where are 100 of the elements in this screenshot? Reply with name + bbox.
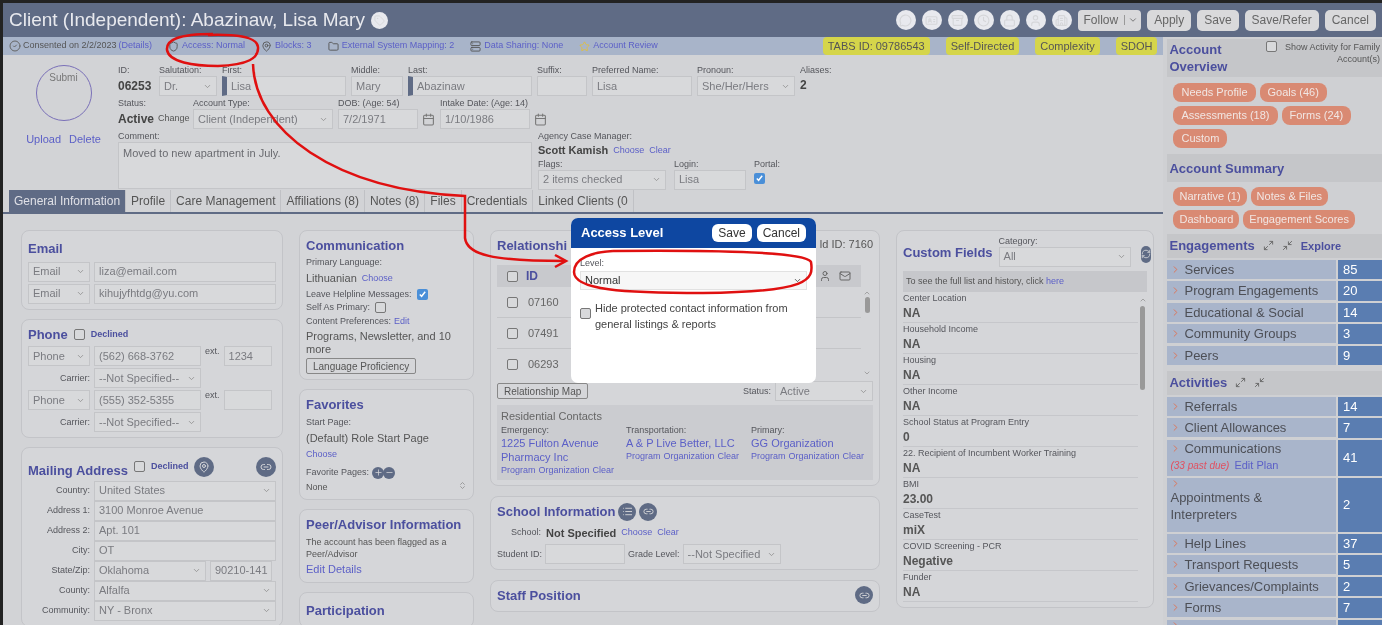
checkbox[interactable]	[507, 296, 518, 308]
select-field[interactable]: Email	[28, 283, 90, 304]
tab[interactable]: Care Management	[171, 189, 282, 212]
pill-button[interactable]: Forms (24)	[1281, 106, 1352, 125]
contact-link[interactable]: GG Organization	[751, 435, 866, 450]
link[interactable]: Program	[501, 463, 536, 477]
input-field[interactable]: Abazinaw	[408, 76, 532, 96]
refresh-icon[interactable]	[1140, 245, 1151, 263]
link[interactable]: Clear	[842, 449, 865, 463]
input-field[interactable]: Lisa	[674, 169, 746, 190]
select-field[interactable]: --Not Specified--	[94, 412, 201, 432]
link[interactable]: Program	[751, 449, 786, 463]
link[interactable]: Organization	[538, 463, 590, 477]
link[interactable]: Clear	[649, 143, 671, 157]
checkbox[interactable]	[507, 327, 518, 339]
dialog-button[interactable]: Save	[712, 224, 752, 242]
link[interactable]: Choose	[613, 143, 645, 157]
select-field[interactable]: --Not Specified	[682, 544, 781, 564]
list-item[interactable]: Communications	[1184, 439, 1282, 457]
plus-icon[interactable]	[372, 466, 385, 479]
explore-link[interactable]: Explore	[1300, 237, 1342, 254]
tab[interactable]: Linked Clients (0	[533, 189, 634, 212]
tab[interactable]: Profile	[126, 189, 172, 212]
minus-icon[interactable]	[383, 466, 396, 479]
link[interactable]: Blocks: 3	[275, 39, 312, 53]
archive-icon[interactable]	[947, 10, 968, 30]
checkbox[interactable]	[507, 270, 518, 282]
input-field[interactable]: 90210-141	[210, 560, 272, 581]
link[interactable]: Organization	[788, 449, 840, 463]
input-field[interactable]: 1234	[223, 346, 272, 366]
change-link[interactable]: Change	[158, 112, 190, 126]
follow-button[interactable]: Follow	[1077, 9, 1142, 31]
input-field[interactable]: Lisa	[222, 76, 346, 96]
language-proficiency-button[interactable]: Language Proficiency	[306, 358, 417, 374]
link-icon[interactable]	[639, 502, 658, 521]
scroll-thumb[interactable]	[1140, 306, 1145, 390]
select-field[interactable]: Phone	[28, 346, 90, 366]
contact-link[interactable]: A & P Live Better, LLC	[626, 435, 741, 450]
here-link[interactable]: here	[1045, 275, 1064, 286]
select-field[interactable]: Phone	[28, 390, 90, 410]
input-field[interactable]: liza@email.com	[94, 261, 276, 282]
relationship-map-button[interactable]: Relationship Map	[497, 383, 589, 399]
select-field[interactable]: Active	[775, 381, 873, 401]
input-field[interactable]: OT	[94, 540, 276, 561]
input-field[interactable]: 3100 Monroe Avenue	[94, 500, 276, 521]
checkbox[interactable]	[73, 328, 85, 340]
checkbox[interactable]	[1266, 41, 1277, 52]
mail-icon[interactable]	[839, 270, 851, 282]
select-field[interactable]: All	[998, 246, 1131, 267]
select-field[interactable]: She/Her/Hers	[697, 76, 795, 96]
tab[interactable]: Credentials	[461, 189, 534, 212]
link[interactable]: Edit Plan	[1234, 456, 1279, 474]
link[interactable]: Choose	[361, 271, 393, 285]
person-icon[interactable]	[819, 270, 831, 282]
select-field[interactable]: NY - Bronx	[94, 600, 276, 621]
clock-icon[interactable]	[973, 10, 994, 30]
input-field[interactable]: Lisa	[592, 76, 692, 96]
link[interactable]: Clear	[657, 526, 679, 540]
checkbox[interactable]	[416, 288, 428, 300]
link[interactable]: Upload	[26, 131, 62, 148]
checkbox[interactable]	[580, 308, 591, 319]
toolbar-button[interactable]: Cancel	[1324, 9, 1376, 31]
list-icon[interactable]	[618, 502, 637, 521]
select-field[interactable]: Dr.	[159, 76, 217, 96]
checkbox[interactable]	[754, 172, 765, 184]
input-field[interactable]: kihujyfhtdg@yu.com	[94, 283, 276, 304]
expand-icon[interactable]	[1235, 377, 1247, 389]
collapse-icon[interactable]	[1254, 377, 1266, 389]
select-field[interactable]: Email	[28, 261, 90, 282]
scroll-thumb[interactable]	[864, 297, 870, 313]
link[interactable]: Account Review	[593, 39, 658, 53]
pill-button[interactable]: Needs Profile	[1173, 83, 1256, 102]
checkbox[interactable]	[133, 461, 145, 473]
select-field[interactable]: --Not Specified--	[94, 368, 201, 388]
building-icon[interactable]	[1051, 10, 1072, 30]
stepper-icon[interactable]	[458, 480, 467, 490]
link[interactable]: Data Sharing: None	[484, 39, 564, 53]
link[interactable]: Program	[626, 449, 661, 463]
input-field[interactable]: (555) 352-5355	[94, 390, 201, 410]
expand-icon[interactable]	[1262, 240, 1274, 252]
comment-field[interactable]: Moved to new apartment in July.	[118, 142, 532, 189]
tag-icon[interactable]	[370, 11, 388, 29]
link[interactable]: Choose	[306, 448, 467, 462]
link[interactable]: Edit Details	[306, 560, 467, 577]
link-icon[interactable]	[855, 586, 873, 604]
link[interactable]: Organization	[663, 449, 715, 463]
link[interactable]: (Details)	[118, 39, 153, 53]
tab[interactable]: General Information	[9, 189, 127, 212]
toolbar-button[interactable]: Save	[1197, 9, 1239, 31]
link[interactable]: Clear	[717, 449, 740, 463]
id-card-icon[interactable]	[921, 10, 942, 30]
link[interactable]: Choose	[621, 526, 653, 540]
input-field[interactable]: Mary	[351, 76, 403, 96]
level-select[interactable]: Normal	[580, 271, 807, 290]
select-field[interactable]: United States	[94, 480, 276, 501]
dialog-button[interactable]: Cancel	[756, 224, 806, 242]
pill-button[interactable]: Dashboard	[1173, 210, 1240, 229]
link[interactable]: Clear	[592, 463, 615, 477]
select-field[interactable]: Oklahoma	[94, 560, 206, 581]
input-field[interactable]: (562) 668-3762	[94, 346, 201, 366]
